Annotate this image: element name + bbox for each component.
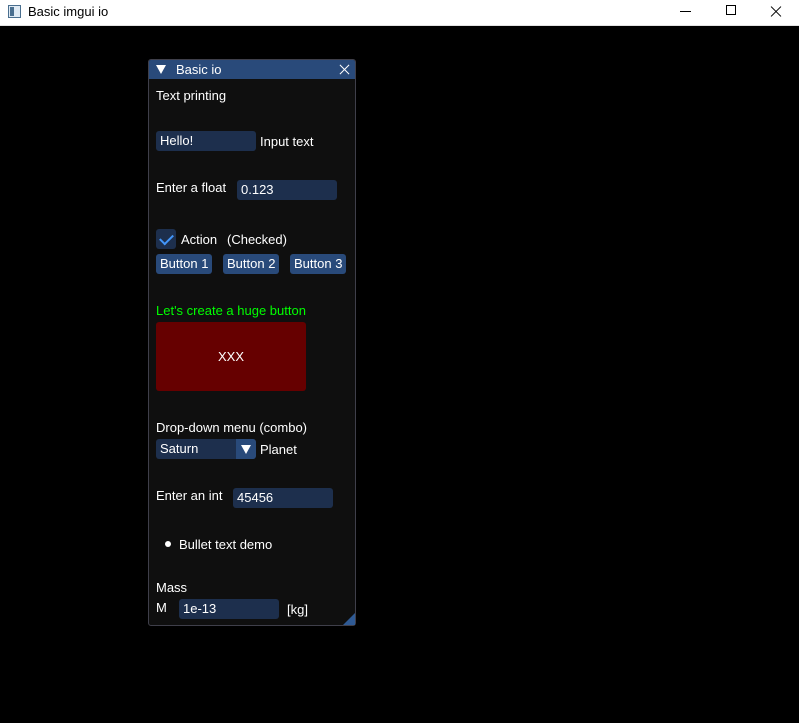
minimize-icon[interactable]: [662, 0, 708, 25]
resize-grip[interactable]: [343, 613, 355, 625]
huge-button-caption: Let's create a huge button: [156, 303, 306, 318]
imgui-window-basic-io[interactable]: Basic io Text printing Hello! Input text…: [148, 59, 356, 626]
action-checkbox[interactable]: [156, 229, 176, 249]
checkmark-icon: [159, 230, 174, 246]
os-title-bar: Basic imgui io: [0, 0, 799, 26]
combo-dropdown-button[interactable]: [236, 439, 256, 459]
input-text-field[interactable]: Hello!: [156, 131, 256, 151]
mass-symbol: M: [156, 600, 167, 615]
huge-button-label: XXX: [217, 349, 244, 364]
combo-label: Planet: [260, 442, 297, 457]
mass-unit: [kg]: [287, 602, 308, 617]
bullet-text: Bullet text demo: [179, 537, 273, 552]
combo-caption: Drop-down menu (combo): [156, 420, 308, 435]
close-icon[interactable]: [753, 0, 799, 25]
button-2[interactable]: Button 2: [223, 254, 280, 274]
os-window-title: Basic imgui io: [28, 4, 109, 19]
bullet-icon: [165, 541, 171, 547]
huge-button[interactable]: XXX: [156, 322, 306, 391]
maximize-icon[interactable]: [708, 0, 754, 25]
button-1[interactable]: Button 1: [156, 254, 213, 274]
window-close-icon[interactable]: [338, 62, 352, 76]
button-3[interactable]: Button 3: [290, 254, 347, 274]
int-input-field[interactable]: 45456: [233, 488, 333, 508]
chevron-down-icon: [241, 445, 251, 454]
planet-combo[interactable]: Saturn: [156, 439, 236, 459]
int-input-label: Enter an int: [156, 488, 223, 503]
app-icon: [8, 5, 21, 18]
checkbox-label: Action: [181, 232, 218, 247]
mass-input-field[interactable]: 1e-13: [179, 599, 279, 619]
collapse-arrow-icon[interactable]: [156, 65, 166, 74]
imgui-window-title-bar[interactable]: Basic io: [149, 60, 355, 79]
float-input-label: Enter a float: [156, 180, 227, 195]
float-input-field[interactable]: 0.123: [237, 180, 337, 200]
checkbox-status: (Checked): [227, 232, 287, 247]
imgui-window-title: Basic io: [176, 62, 222, 77]
text-printing-label: Text printing: [156, 88, 227, 103]
input-text-label: Input text: [260, 134, 314, 149]
mass-header: Mass: [156, 580, 188, 595]
